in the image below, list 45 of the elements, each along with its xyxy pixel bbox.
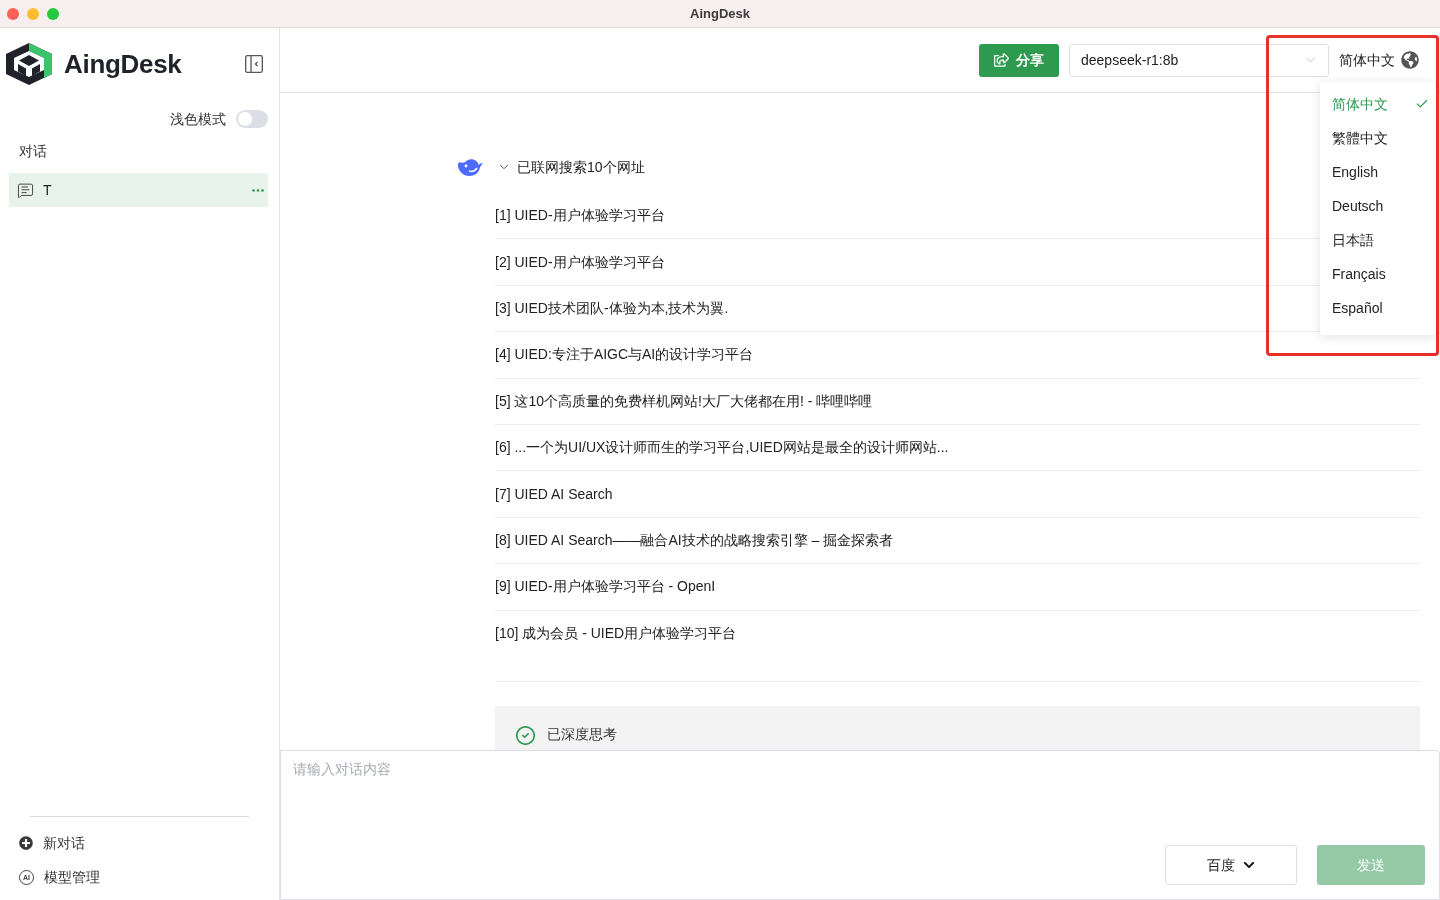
language-button[interactable]: 简体中文 [1339, 49, 1419, 71]
search-engine-select[interactable]: 百度 [1165, 845, 1297, 885]
section-title: 对话 [19, 142, 47, 161]
close-window-icon[interactable] [7, 7, 19, 20]
globe-icon [1401, 51, 1419, 69]
search-result-link[interactable]: [1] UIED-用户体验学习平台 [495, 205, 665, 227]
search-result-link[interactable]: [2] UIED-用户体验学习平台 [495, 251, 665, 273]
language-option[interactable]: English [1320, 155, 1437, 189]
thinking-label: 已深度思考 [547, 724, 617, 743]
search-result-link[interactable]: [5] 这10个高质量的免费样机网站!大厂大佬都在用! - 哔哩哔哩 [495, 390, 873, 412]
search-result-link[interactable]: [4] UIED:专注于AIGC与AI的设计学习平台 [495, 344, 754, 366]
search-result-link[interactable]: [3] UIED技术团队-体验为本,技术为翼. [495, 297, 729, 319]
toggle-knob-icon [238, 112, 252, 126]
more-icon[interactable] [252, 188, 264, 192]
search-result-link[interactable]: [10] 成为会员 - UIED用户体验学习平台 [495, 623, 737, 645]
sidebar-menu-item[interactable]: 新对话 [19, 833, 85, 853]
model-select[interactable]: deepseek-r1:8b [1069, 43, 1329, 77]
theme-toggle[interactable] [236, 110, 268, 128]
chevron-down-icon [1243, 859, 1255, 871]
search-summary-toggle[interactable]: 已联网搜索10个网址 [495, 156, 645, 178]
share-button[interactable]: 分享 [979, 43, 1059, 77]
whale-icon [457, 156, 483, 178]
conversation-item[interactable]: T [9, 173, 268, 207]
language-option[interactable]: 繁體中文 [1320, 121, 1437, 155]
logo-icon [6, 43, 52, 85]
check-icon [1415, 97, 1429, 111]
minimize-window-icon[interactable] [27, 7, 39, 20]
search-result-link[interactable]: [9] UIED-用户体验学习平台 - OpenI [495, 576, 716, 598]
input-placeholder: 请输入对话内容 [293, 760, 391, 779]
theme-toggle-label: 浅色模式 [170, 109, 226, 129]
language-option[interactable]: 简体中文 [1320, 87, 1437, 121]
sidebar-collapse-icon[interactable] [245, 55, 263, 73]
search-result-link[interactable]: [8] UIED AI Search——融合AI技术的战略搜索引擎 – 掘金探索者 [495, 529, 894, 551]
language-option[interactable]: Deutsch [1320, 189, 1437, 223]
language-option[interactable]: Français [1320, 257, 1437, 291]
brand-name: AingDesk [64, 48, 182, 80]
check-circle-icon [515, 724, 536, 746]
share-icon [994, 53, 1009, 67]
language-option[interactable]: 日本語 [1320, 223, 1437, 257]
chat-icon [17, 181, 34, 199]
window-title: AingDesk [690, 4, 750, 23]
search-result-link[interactable]: [6] ...一个为UI/UX设计师而生的学习平台,UIED网站是最全的设计师网站... [495, 437, 949, 459]
search-result-link[interactable]: [7] UIED AI Search [495, 483, 613, 505]
maximize-window-icon[interactable] [47, 7, 59, 20]
language-option[interactable]: Español [1320, 291, 1437, 325]
